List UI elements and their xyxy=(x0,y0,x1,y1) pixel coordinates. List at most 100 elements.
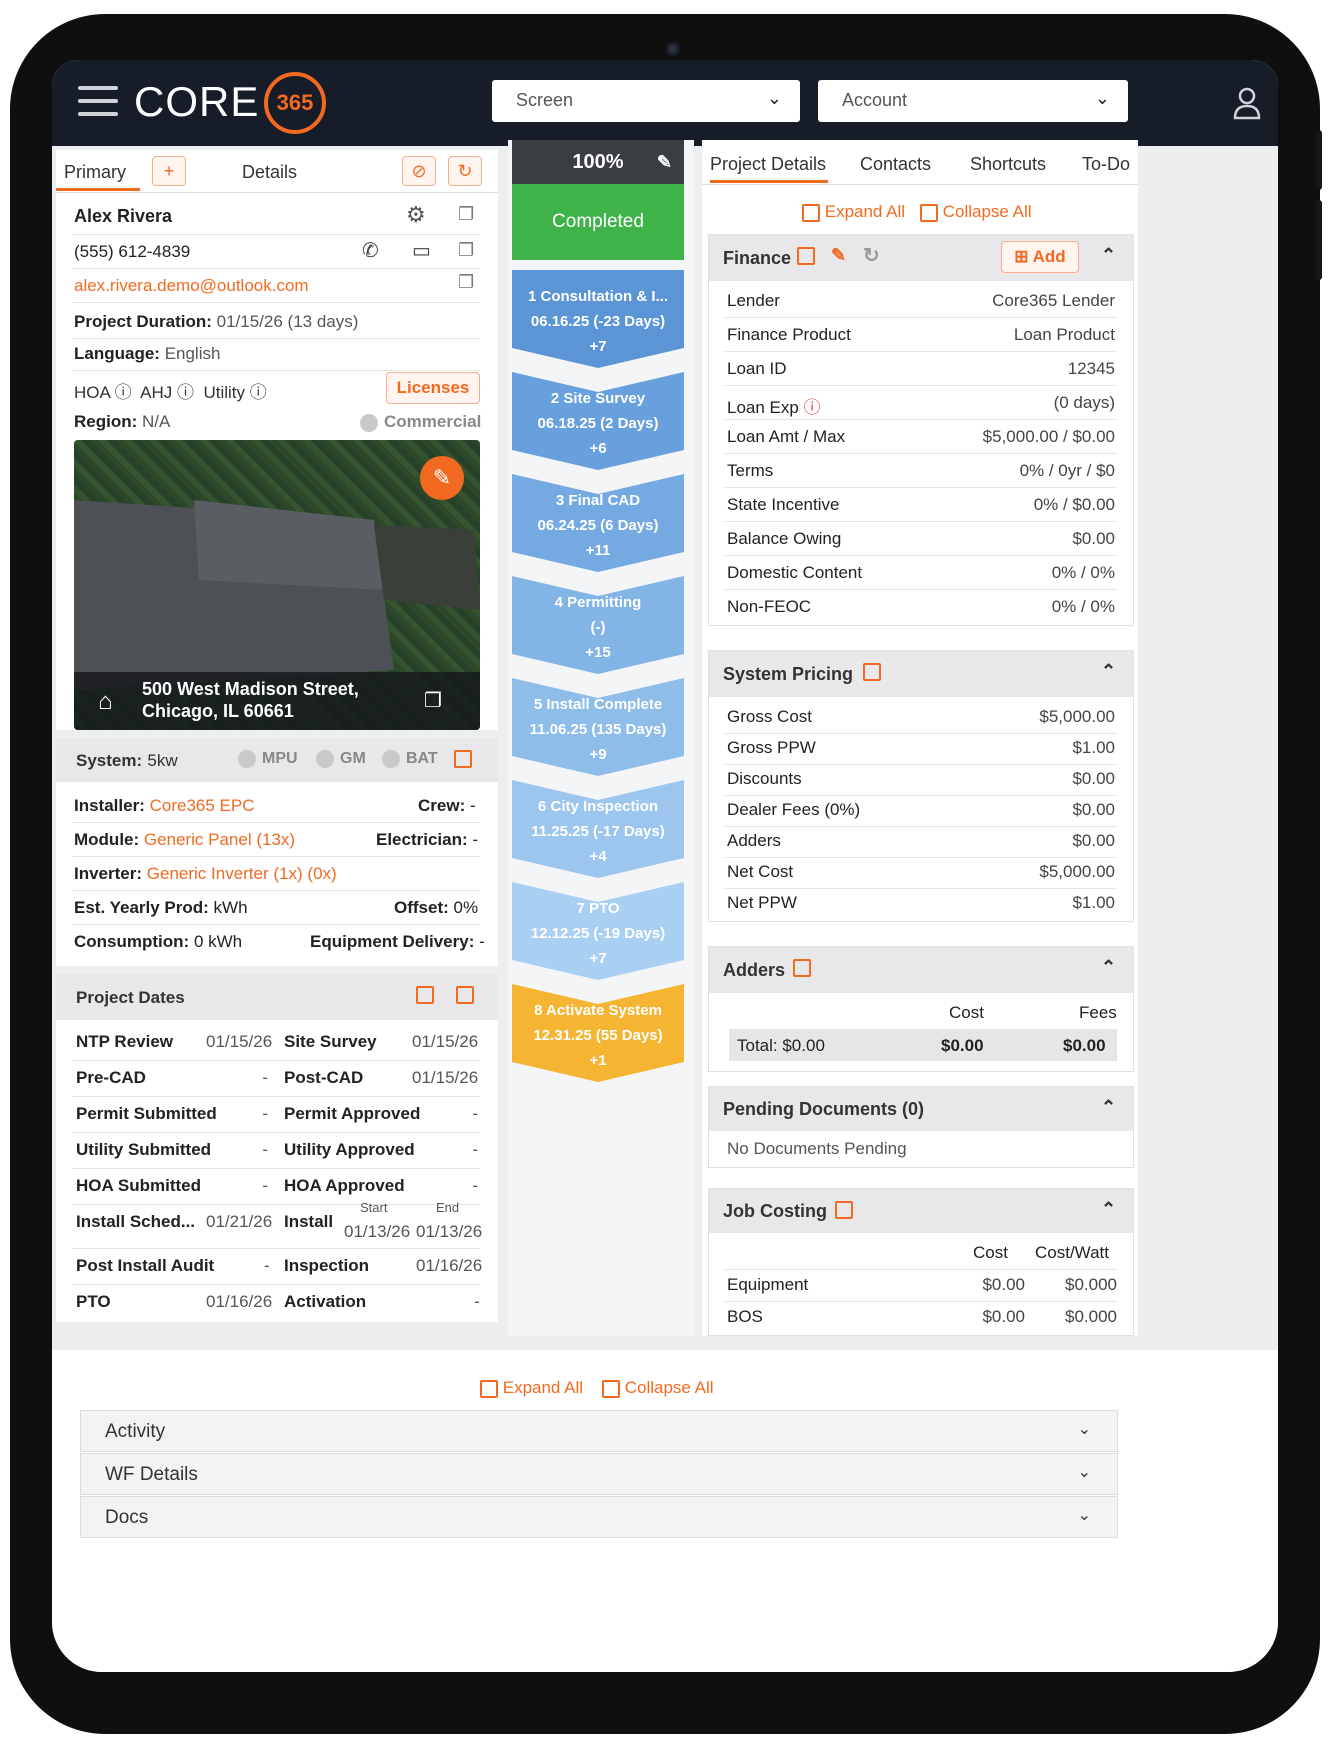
field-label: Loan Exp xyxy=(727,398,799,417)
pricing-title: System Pricing xyxy=(723,664,854,684)
check-icon[interactable] xyxy=(238,750,256,768)
expand-icon[interactable] xyxy=(480,1379,498,1398)
accordion-wf-details[interactable]: WF Details ⌄ xyxy=(80,1453,1118,1495)
contact-email[interactable]: alex.rivera.demo@outlook.com xyxy=(74,276,309,296)
finance-header[interactable]: Finance ✎ ↻ ⊞ Add ⌃ xyxy=(709,235,1133,281)
check-icon[interactable] xyxy=(316,750,334,768)
check-icon[interactable] xyxy=(360,413,378,432)
field-value: $0.00 xyxy=(1072,529,1115,548)
field-value: 0% / 0% xyxy=(1051,563,1115,582)
tab-to-do[interactable]: To-Do xyxy=(1082,154,1130,175)
language-label: Language: xyxy=(74,344,160,363)
inverter-value[interactable]: Generic Inverter xyxy=(147,864,269,883)
date-label: Permit Submitted xyxy=(76,1104,217,1123)
tab-shortcuts[interactable]: Shortcuts xyxy=(970,154,1046,175)
accordion-activity[interactable]: Activity ⌄ xyxy=(80,1410,1118,1452)
collapse-icon[interactable] xyxy=(602,1379,620,1398)
external-link-icon[interactable] xyxy=(835,1201,853,1219)
stage-step[interactable]: 1 Consultation & I... 06.16.25 (-23 Days)… xyxy=(512,270,684,372)
stage-offset: +7 xyxy=(589,338,607,355)
collapse-icon[interactable] xyxy=(920,203,938,222)
copy-icon[interactable]: ❐ xyxy=(458,240,474,261)
check-icon[interactable] xyxy=(382,750,400,768)
date-value: - xyxy=(472,1140,478,1159)
external-link-icon[interactable] xyxy=(863,663,881,681)
info-icon[interactable]: ⓘ xyxy=(177,383,194,402)
message-icon[interactable]: ▭ xyxy=(412,238,431,263)
contact-name: Alex Rivera xyxy=(74,206,173,226)
stage-step[interactable]: 6 City Inspection 11.25.25 (-17 Days) +4 xyxy=(512,780,684,882)
external-link-icon[interactable] xyxy=(797,247,815,265)
licenses-button[interactable]: Licenses xyxy=(386,372,480,404)
tab-details[interactable]: Details xyxy=(242,162,297,183)
stage-step[interactable]: 8 Activate System 12.31.25 (55 Days) +1 xyxy=(512,984,684,1086)
stage-step[interactable]: 2 Site Survey 06.18.25 (2 Days) +6 xyxy=(512,372,684,474)
satellite-map[interactable]: ✎ ⌂ 500 West Madison Street, Chicago, IL … xyxy=(74,440,480,730)
info-icon[interactable]: ⓘ xyxy=(115,383,132,402)
pricing-header[interactable]: System Pricing ⌃ xyxy=(709,651,1133,697)
pending-header[interactable]: Pending Documents (0) ⌃ xyxy=(709,1087,1133,1131)
external-link-icon[interactable] xyxy=(454,750,472,768)
stage-step[interactable]: 7 PTO 12.12.25 (-19 Days) +7 xyxy=(512,882,684,984)
add-button[interactable]: ⊞ Add xyxy=(1001,241,1079,273)
menu-icon[interactable] xyxy=(78,86,118,120)
module-qty: (13x) xyxy=(256,830,296,849)
stage-step[interactable]: 3 Final CAD 06.24.25 (6 Days) +11 xyxy=(512,474,684,576)
status-completed: Completed xyxy=(512,184,684,260)
phone-icon[interactable]: ✆ xyxy=(362,238,379,263)
pending-title: Pending Documents (0) xyxy=(723,1099,925,1119)
expand-all-link[interactable]: Expand All xyxy=(825,202,905,221)
logo-badge: 365 xyxy=(264,72,326,134)
install-label: Install xyxy=(284,1212,334,1231)
costing-header[interactable]: Job Costing ⌃ xyxy=(709,1189,1133,1233)
stage-offset: +11 xyxy=(585,542,611,559)
project-details-panel: Project Details Contacts Shortcuts To-Do Ex… xyxy=(702,140,1138,1336)
contact-phone[interactable]: (555) 612-4839 xyxy=(74,242,190,262)
region-value: N/A xyxy=(142,412,171,431)
screen-select[interactable]: Screen ⌄ xyxy=(492,80,800,122)
chevron-up-icon[interactable]: ⌃ xyxy=(1101,245,1116,266)
date-value: - xyxy=(262,1176,268,1195)
chevron-up-icon[interactable]: ⌃ xyxy=(1101,957,1116,978)
accordion-docs[interactable]: Docs ⌄ xyxy=(80,1496,1118,1538)
copy-icon[interactable]: ❐ xyxy=(458,204,474,225)
chevron-up-icon[interactable]: ⌃ xyxy=(1101,1199,1116,1220)
tab-primary[interactable]: Primary xyxy=(64,162,126,183)
chevron-up-icon[interactable]: ⌃ xyxy=(1101,661,1116,682)
stage-step[interactable]: 4 Permitting (-) +15 xyxy=(512,576,684,678)
refresh-icon[interactable]: ↻ xyxy=(448,156,482,186)
field-label: Non-FEOC xyxy=(727,597,812,616)
collapse-all-link[interactable]: Collapse All xyxy=(943,202,1032,221)
stage-step[interactable]: 5 Install Complete 11.06.25 (135 Days) +9 xyxy=(512,678,684,780)
refresh-icon[interactable]: ↻ xyxy=(863,243,880,268)
edit-icon[interactable]: ✎ xyxy=(420,456,464,500)
external-link-icon[interactable] xyxy=(456,986,474,1004)
add-contact-icon[interactable]: + xyxy=(152,156,186,186)
info-icon[interactable]: ⓘ xyxy=(250,383,267,402)
stage-title: 5 Install Complete xyxy=(533,696,663,713)
copy-icon[interactable]: ❐ xyxy=(458,272,474,293)
bottom-expand-all[interactable]: Expand All xyxy=(503,1378,583,1397)
copy-icon[interactable]: ❐ xyxy=(424,688,442,713)
external-link-icon[interactable] xyxy=(793,959,811,977)
module-value[interactable]: Generic Panel xyxy=(144,830,252,849)
block-icon[interactable]: ⊘ xyxy=(402,156,436,186)
tab-project-details[interactable]: Project Details xyxy=(710,154,826,175)
electrician-label: Electrician: xyxy=(376,830,468,849)
bottom-collapse-all[interactable]: Collapse All xyxy=(625,1378,714,1397)
settings-icon[interactable]: ⚙ xyxy=(406,202,426,228)
chevron-up-icon[interactable]: ⌃ xyxy=(1101,1097,1116,1118)
adders-header[interactable]: Adders ⌃ xyxy=(709,947,1133,993)
edit-icon[interactable]: ✎ xyxy=(657,140,672,184)
chart-icon[interactable] xyxy=(416,986,434,1004)
user-icon[interactable] xyxy=(1232,86,1262,120)
adders-total-cost: $0.00 xyxy=(941,1036,984,1055)
utility-label: Utility xyxy=(203,383,246,402)
tab-contacts[interactable]: Contacts xyxy=(860,154,931,175)
inverter-qty: (1x) xyxy=(273,864,303,883)
expand-icon[interactable] xyxy=(802,203,820,222)
contact-panel: Primary + Details ⊘ ↻ Alex Rivera ⚙ ❐ (5… xyxy=(56,150,498,730)
installer-value[interactable]: Core365 EPC xyxy=(150,796,255,815)
account-select[interactable]: Account ⌄ xyxy=(818,80,1128,122)
edit-icon[interactable]: ✎ xyxy=(831,245,846,266)
